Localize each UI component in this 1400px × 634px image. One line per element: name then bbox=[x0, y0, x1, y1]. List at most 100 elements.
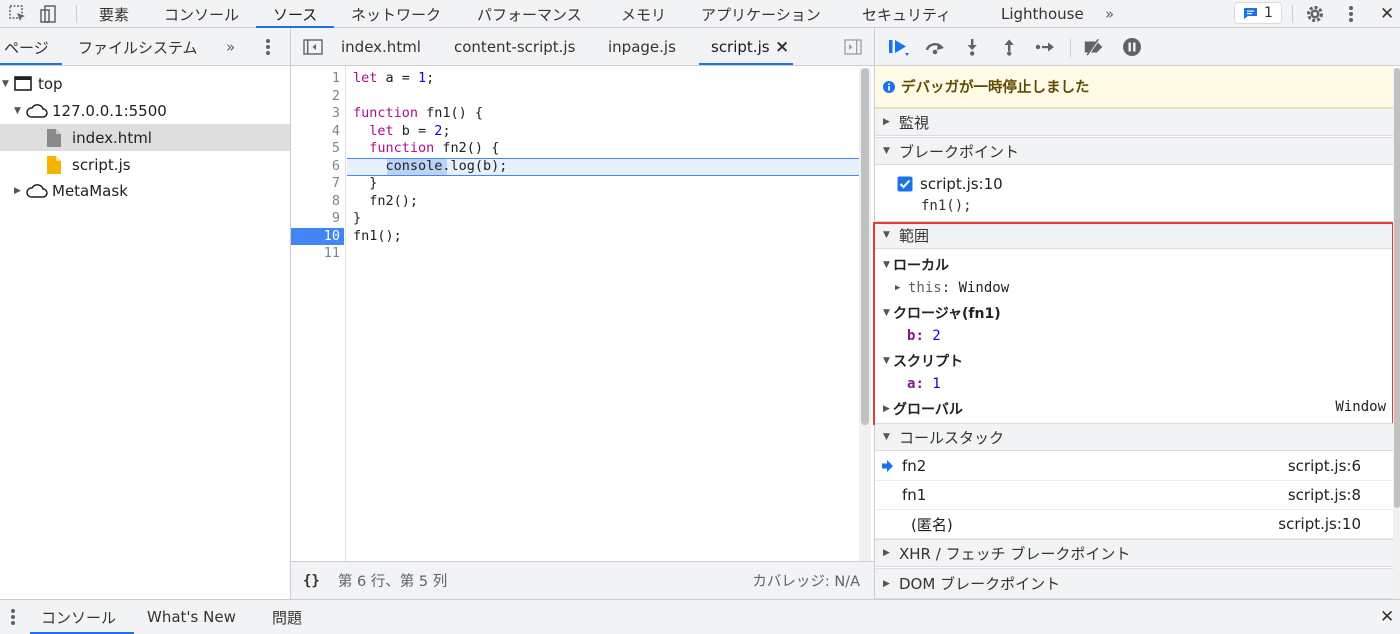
expand-triangle-icon: ▼ bbox=[2, 78, 9, 89]
tab-security[interactable]: セキュリティ bbox=[862, 0, 951, 28]
tree-item-index-html[interactable]: index.html bbox=[0, 124, 290, 151]
debugger-scrollbar[interactable] bbox=[1393, 68, 1400, 599]
pause-on-exceptions-icon[interactable] bbox=[1120, 36, 1144, 58]
device-toolbar-icon[interactable] bbox=[38, 0, 58, 28]
prop-key: b bbox=[907, 328, 916, 344]
editor-scrollbar[interactable] bbox=[859, 68, 871, 561]
code-area[interactable]: let a = 1; function fn1() { let b = 2; f… bbox=[347, 66, 859, 561]
step-over-icon[interactable] bbox=[923, 36, 947, 58]
settings-gear-icon[interactable] bbox=[1305, 0, 1325, 28]
section-scope[interactable]: ▼ 範囲 bbox=[875, 221, 1393, 249]
frame-location[interactable]: script.js:6 bbox=[1288, 457, 1361, 475]
nav-tab-filesystem[interactable]: ファイルシステム bbox=[78, 28, 198, 66]
line-number[interactable]: 9 bbox=[291, 210, 344, 228]
tree-item-metamask[interactable]: ▶ MetaMask bbox=[0, 177, 290, 204]
section-dom-breakpoints[interactable]: ▶ DOM ブレークポイント bbox=[875, 568, 1393, 599]
section-title: XHR / フェッチ ブレークポイント bbox=[899, 544, 1131, 563]
tab-console[interactable]: コンソール bbox=[164, 0, 239, 28]
breakpoint-location: script.js:10 bbox=[920, 175, 1003, 193]
callstack-frame[interactable]: (匿名) script.js:10 bbox=[875, 510, 1393, 539]
drawer-menu-icon[interactable] bbox=[10, 600, 16, 634]
checkbox-checked-icon[interactable] bbox=[897, 176, 913, 192]
line-number[interactable]: 7 bbox=[291, 175, 344, 193]
close-drawer-icon[interactable]: ✕ bbox=[1380, 600, 1394, 634]
step-into-icon[interactable] bbox=[960, 36, 984, 58]
close-devtools-icon[interactable]: ✕ bbox=[1380, 0, 1394, 28]
section-xhr-breakpoints[interactable]: ▶ XHR / フェッチ ブレークポイント bbox=[875, 539, 1393, 567]
tab-network[interactable]: ネットワーク bbox=[351, 0, 441, 28]
tab-elements[interactable]: 要素 bbox=[99, 0, 129, 28]
coverage-status: カバレッジ: N/A bbox=[752, 574, 860, 590]
info-icon bbox=[883, 80, 895, 93]
editor-tab-index-html[interactable]: index.html bbox=[341, 28, 421, 66]
scope-closure[interactable]: ▼ クロージャ(fn1) bbox=[883, 301, 1001, 325]
nav-menu-icon[interactable] bbox=[265, 28, 271, 66]
expand-triangle-icon: ▼ bbox=[883, 146, 890, 156]
scope-global[interactable]: ▶ グローバル bbox=[883, 397, 963, 421]
frame-function: (匿名) bbox=[911, 515, 953, 534]
toggle-debugger-icon[interactable] bbox=[844, 28, 862, 66]
drawer-tab-console[interactable]: コンソール bbox=[41, 600, 116, 634]
section-callstack[interactable]: ▼ コールスタック bbox=[875, 423, 1393, 451]
line-number[interactable]: 4 bbox=[291, 123, 344, 141]
editor-tab-script-js[interactable]: script.js bbox=[711, 28, 770, 66]
tab-lighthouse[interactable]: Lighthouse bbox=[1001, 0, 1084, 28]
scope-local[interactable]: ▼ ローカル bbox=[883, 253, 949, 277]
tab-sources[interactable]: ソース bbox=[273, 0, 317, 28]
cloud-icon bbox=[26, 183, 48, 198]
scope-label: グローバル bbox=[893, 402, 963, 418]
tree-item-top[interactable]: ▼ top bbox=[0, 70, 290, 97]
scope-script[interactable]: ▼ スクリプト bbox=[883, 349, 963, 373]
close-tab-icon[interactable]: × bbox=[775, 28, 789, 66]
scope-prop-this[interactable]: ▶ this : Window bbox=[895, 276, 1009, 300]
paused-message: デバッガが一時停止しました bbox=[901, 80, 1090, 96]
editor-tab-content-script[interactable]: content-script.js bbox=[454, 28, 575, 66]
resume-icon[interactable] bbox=[887, 36, 911, 58]
editor-tab-inpage[interactable]: inpage.js bbox=[608, 28, 676, 66]
kebab-menu-icon[interactable] bbox=[1348, 0, 1354, 28]
line-number[interactable]: 3 bbox=[291, 105, 344, 123]
document-file-icon bbox=[47, 128, 61, 147]
line-number[interactable]: 1 bbox=[291, 70, 344, 88]
inspect-element-icon[interactable] bbox=[8, 0, 28, 28]
debugger-toolbar bbox=[875, 28, 1400, 66]
step-out-icon[interactable] bbox=[997, 36, 1021, 58]
navigator-tabs: ページ ファイルシステム » bbox=[0, 28, 290, 66]
scope-label: スクリプト bbox=[893, 354, 963, 370]
scope-prop-b[interactable]: b : 2 bbox=[907, 324, 941, 348]
more-tabs-button[interactable]: » bbox=[1105, 0, 1114, 28]
tab-memory[interactable]: メモリ bbox=[621, 0, 666, 28]
frame-function: fn2 bbox=[902, 457, 927, 475]
line-number[interactable]: 6 bbox=[291, 158, 344, 176]
pretty-print-button[interactable]: {} bbox=[303, 573, 320, 589]
toggle-navigator-icon[interactable] bbox=[303, 28, 323, 66]
tab-application[interactable]: アプリケーション bbox=[701, 0, 821, 28]
tree-item-origin[interactable]: ▼ 127.0.0.1:5500 bbox=[0, 97, 290, 124]
nav-tab-page[interactable]: ページ bbox=[4, 28, 49, 66]
line-number[interactable]: 2 bbox=[291, 88, 344, 106]
breakpoint-line-number[interactable]: 10 bbox=[291, 227, 344, 245]
section-watch[interactable]: ▶ 監視 bbox=[875, 108, 1393, 136]
drawer-tab-issues[interactable]: 問題 bbox=[272, 600, 302, 634]
drawer-tab-whats-new[interactable]: What's New bbox=[147, 600, 236, 634]
line-number[interactable]: 8 bbox=[291, 193, 344, 211]
scope-prop-a[interactable]: a : 1 bbox=[907, 372, 941, 396]
frame-location[interactable]: script.js:10 bbox=[1278, 515, 1361, 533]
breakpoint-item[interactable]: script.js:10 bbox=[897, 172, 1003, 196]
deactivate-breakpoints-icon[interactable] bbox=[1082, 36, 1106, 58]
editor-tabs: index.html content-script.js inpage.js s… bbox=[291, 28, 874, 66]
line-number[interactable]: 11 bbox=[291, 245, 344, 263]
tree-item-script-js[interactable]: script.js bbox=[0, 151, 290, 178]
tree-label: index.html bbox=[72, 128, 152, 147]
issues-badge[interactable]: 1 bbox=[1234, 2, 1282, 24]
step-icon[interactable] bbox=[1033, 36, 1057, 58]
prop-key: this bbox=[908, 280, 942, 296]
nav-more-button[interactable]: » bbox=[226, 28, 235, 66]
callstack-frame[interactable]: fn1 script.js:8 bbox=[875, 481, 1393, 510]
frame-location[interactable]: script.js:8 bbox=[1288, 486, 1361, 504]
line-number[interactable]: 5 bbox=[291, 140, 344, 158]
section-breakpoints[interactable]: ▼ ブレークポイント bbox=[875, 137, 1393, 165]
callstack-frame[interactable]: fn2 script.js:6 bbox=[875, 452, 1393, 481]
debugger-sidebar: デバッガが一時停止しました ▶ 監視 ▼ ブレークポイント script.js:… bbox=[873, 28, 1400, 599]
tab-performance[interactable]: パフォーマンス bbox=[477, 0, 582, 28]
